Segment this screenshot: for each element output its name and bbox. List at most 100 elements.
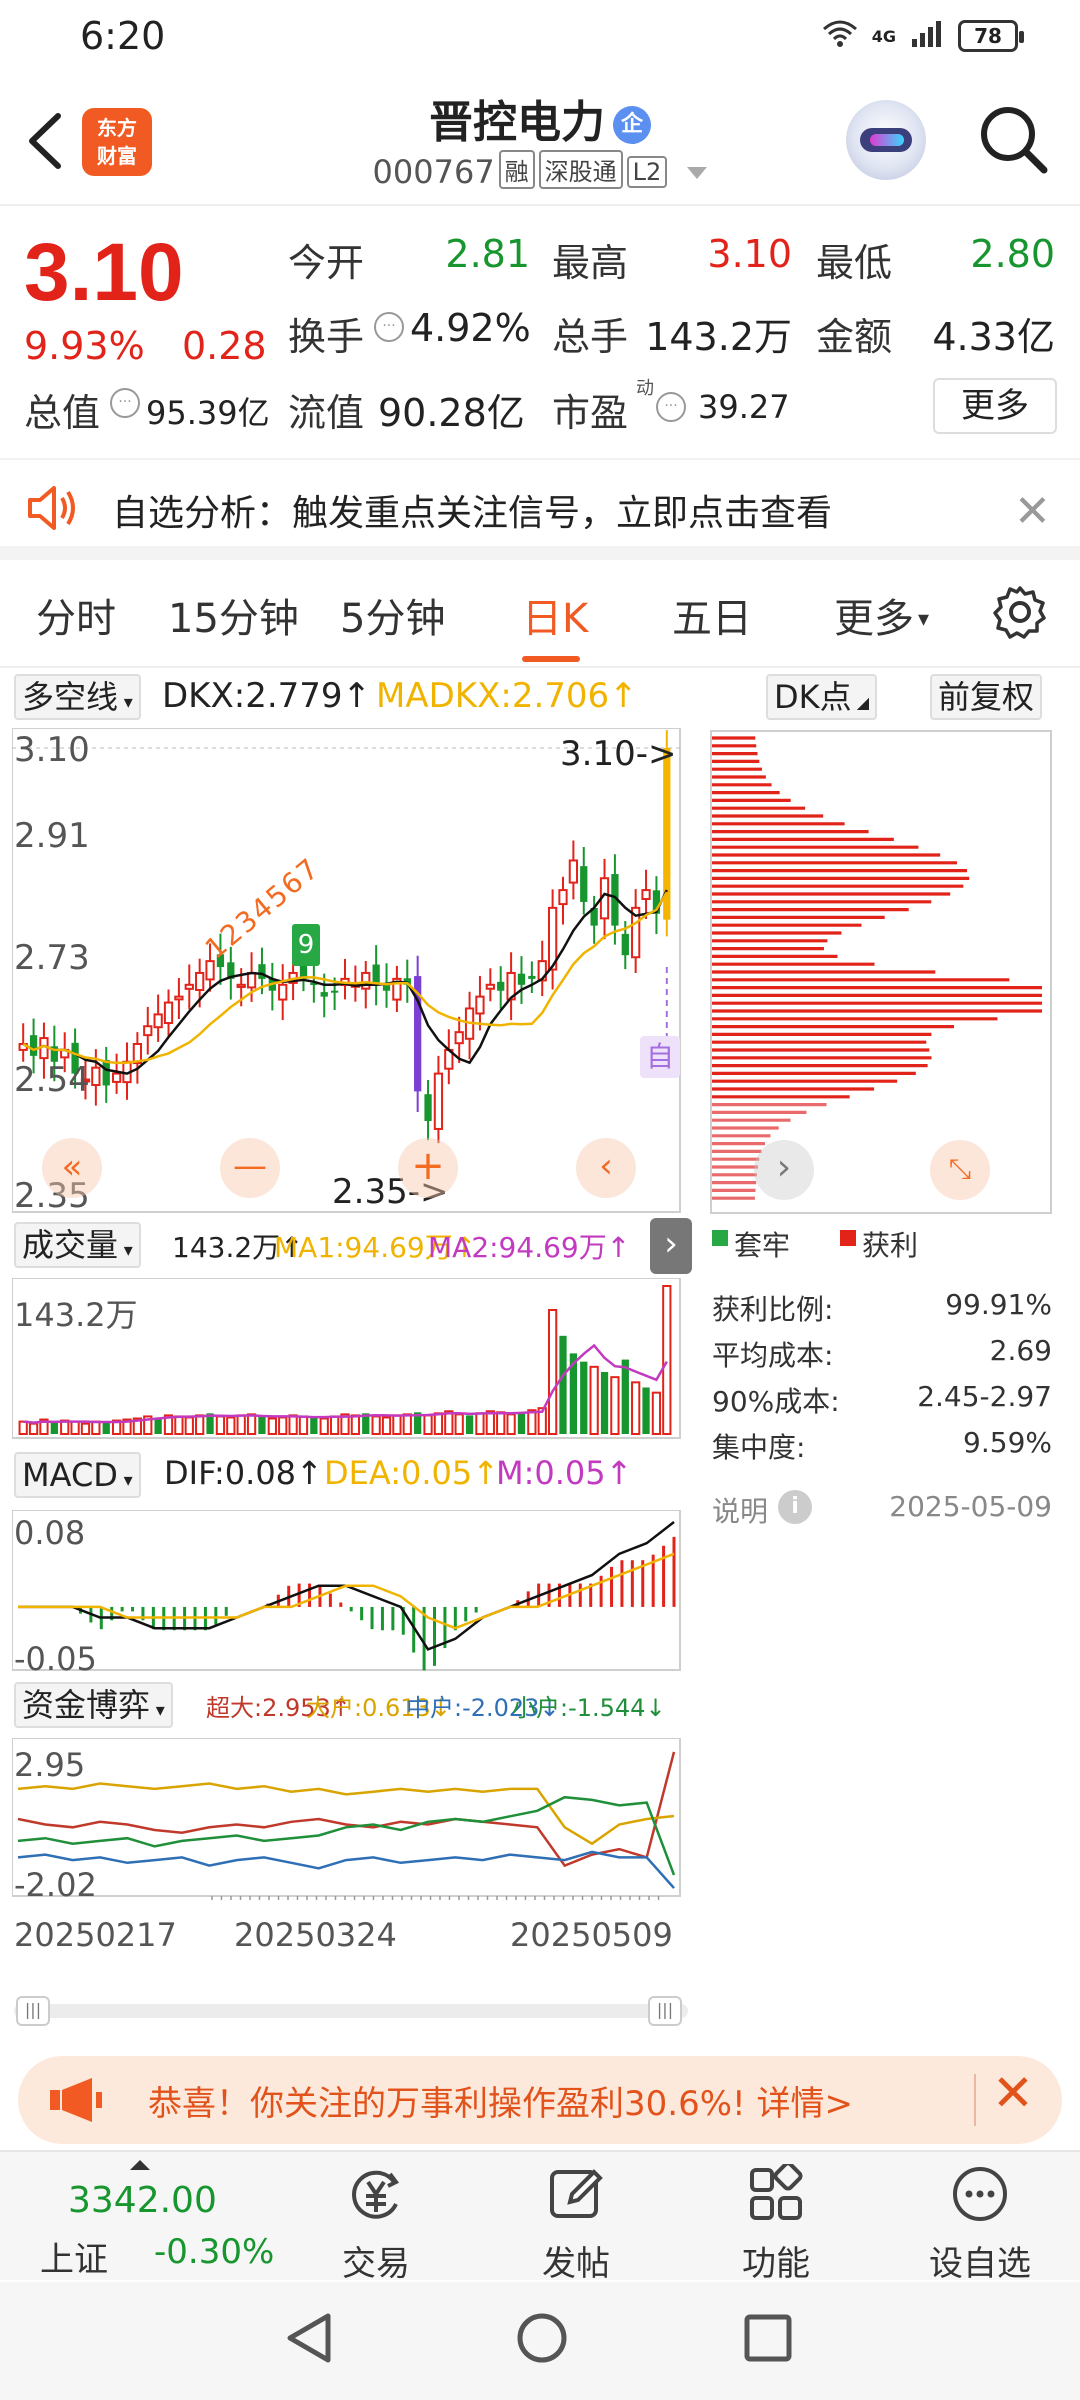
info-dots-icon[interactable]: ··· [656,392,686,422]
system-back-icon[interactable] [282,2310,336,2366]
range-slider-track[interactable] [14,2004,688,2018]
nav-post[interactable]: 发帖 [496,2152,656,2284]
period-tabs: 分时 15分钟 5分钟 日K 五日 更多 ▾ [0,560,1080,668]
macd-chart[interactable] [12,1510,692,1674]
pe-value: 39.27 [698,388,790,426]
volume-bar [610,1376,620,1435]
volume-bar [454,1413,464,1435]
volume-bar [600,1371,609,1434]
tab-daily-k[interactable]: 日K [522,586,588,644]
volume-label: 总手 [552,315,629,359]
low-label: 最低 [816,241,893,285]
fund-flow-chart[interactable] [12,1738,692,1900]
connect-tag: 深股通 [538,150,623,189]
megaphone-icon [48,2074,108,2130]
volume-bar [267,1417,277,1436]
tab-more[interactable]: 更多 ▾ [834,586,929,644]
high-value: 3.10 [707,232,792,276]
mktcap-label: 总值 [24,391,101,435]
dk-point-button[interactable]: DK点 ◢ [766,674,878,720]
scroll-far-left-button[interactable]: « [42,1138,102,1198]
promo-banner[interactable]: 恭喜！你关注的万事利操作盈利30.6%! 详情> ✕ [18,2056,1062,2144]
legend-trapped: 套牢 [734,1229,791,1262]
zoom-in-button[interactable]: + [398,1138,458,1198]
chip-stat-label: 90%成本: [712,1385,840,1418]
range-slider-right-handle[interactable]: ||| [648,1996,682,2026]
chip-note-label[interactable]: 说明 [712,1490,768,1530]
adjust-button[interactable]: 前复权 [930,674,1043,720]
fund-mid-line [17,1850,675,1889]
volume-bar [392,1414,402,1436]
candle-body [174,995,184,1001]
tab-intraday[interactable]: 分时 [36,586,116,644]
fund-small-label: 小户:-1.544↓ [512,1694,666,1722]
volume-bar [381,1416,392,1435]
search-button[interactable] [974,100,1054,180]
stock-header: 东方 财富 晋控电力企 000767 融深股通 L2 [0,76,1080,206]
index-ticker[interactable]: 3342.00 上证 -0.30% [0,2152,300,2282]
scroll-left-button[interactable]: ‹ [576,1138,636,1198]
info-dots-icon[interactable]: ··· [374,312,404,342]
candle-body [621,933,629,956]
close-icon[interactable]: ✕ [992,2064,1034,2122]
indicator-select-fund[interactable]: 资金博弈 ▾ [14,1682,173,1728]
tab-15min[interactable]: 15分钟 [168,586,299,644]
range-slider-left-handle[interactable]: ||| [16,1996,50,2026]
candle-body [91,1066,101,1087]
volume-bar [184,1416,194,1435]
enterprise-badge: 企 [613,106,651,144]
legend-profit: 获利 [862,1229,919,1262]
volume-bar [70,1420,80,1435]
nav-features-label: 功能 [742,2244,810,2284]
indicator-select-volume[interactable]: 成交量 ▾ [14,1222,141,1268]
zoom-out-button[interactable]: — [220,1138,280,1198]
system-recents-icon[interactable] [742,2312,794,2364]
nav-features[interactable]: 功能 [696,2152,856,2284]
tab-5min[interactable]: 5分钟 [340,586,445,644]
tab-five-day[interactable]: 五日 [672,586,752,644]
nav-add-watchlist[interactable]: 设自选 [900,2152,1060,2284]
status-time: 6:20 [80,14,166,58]
trade-yen-icon [352,2170,400,2219]
date-label: 20250509 [510,1916,673,1954]
candle-body [246,971,257,989]
settings-gear-icon[interactable] [992,584,1048,644]
candle-body [330,990,339,993]
info-dots-icon[interactable]: ··· [110,388,140,418]
volume-bar [402,1413,412,1435]
index-change: -0.30% [154,2232,275,2272]
nav-add-watchlist-label: 设自选 [929,2244,1031,2284]
amount-value: 4.33亿 [932,315,1055,359]
nav-trade-label: 交易 [342,2244,410,2284]
close-icon[interactable]: ✕ [1014,486,1051,537]
volume-bar [80,1422,91,1436]
alert-banner[interactable]: 自选分析：触发重点关注信号，立即点击查看 ✕ [0,458,1080,560]
expand-icon[interactable]: ⤡ [930,1140,990,1200]
volume-bar [559,1335,567,1434]
volume-bar [18,1420,28,1435]
date-label: 20250217 [14,1916,177,1954]
quote-panel: 3.10 9.93% 0.28 今开 2.81 最高 3.10 最低 2.80 … [0,208,1080,458]
macd-dif-label: DIF:0.08↑ [164,1454,323,1492]
indicator-select-macd[interactable]: MACD ▾ [14,1452,141,1498]
date-label: 20250324 [234,1916,397,1954]
system-home-icon[interactable] [514,2310,570,2366]
info-icon[interactable]: i [778,1490,812,1524]
candle-body [320,992,328,997]
nav-trade[interactable]: 交易 [296,2152,456,2284]
robot-assistant-icon[interactable] [846,100,926,180]
turnover-value: 4.92% [410,306,531,350]
collapse-side-panel-button[interactable]: › [650,1218,692,1274]
candle-body [278,983,288,1001]
volume-bar [350,1414,361,1436]
chevron-up-icon [130,2160,150,2170]
volume-ma2-label: MA2:94.69万↑ [428,1231,631,1264]
indicator-select-dkx[interactable]: 多空线 ▾ [14,674,141,720]
volume-bar [662,1285,672,1435]
chip-next-button[interactable]: › [754,1140,814,1200]
more-button[interactable]: 更多 [933,378,1057,434]
candle-body [517,973,526,985]
system-navigation-bar [0,2282,1080,2400]
search-icon [981,107,1048,174]
volume-bar [102,1422,110,1434]
